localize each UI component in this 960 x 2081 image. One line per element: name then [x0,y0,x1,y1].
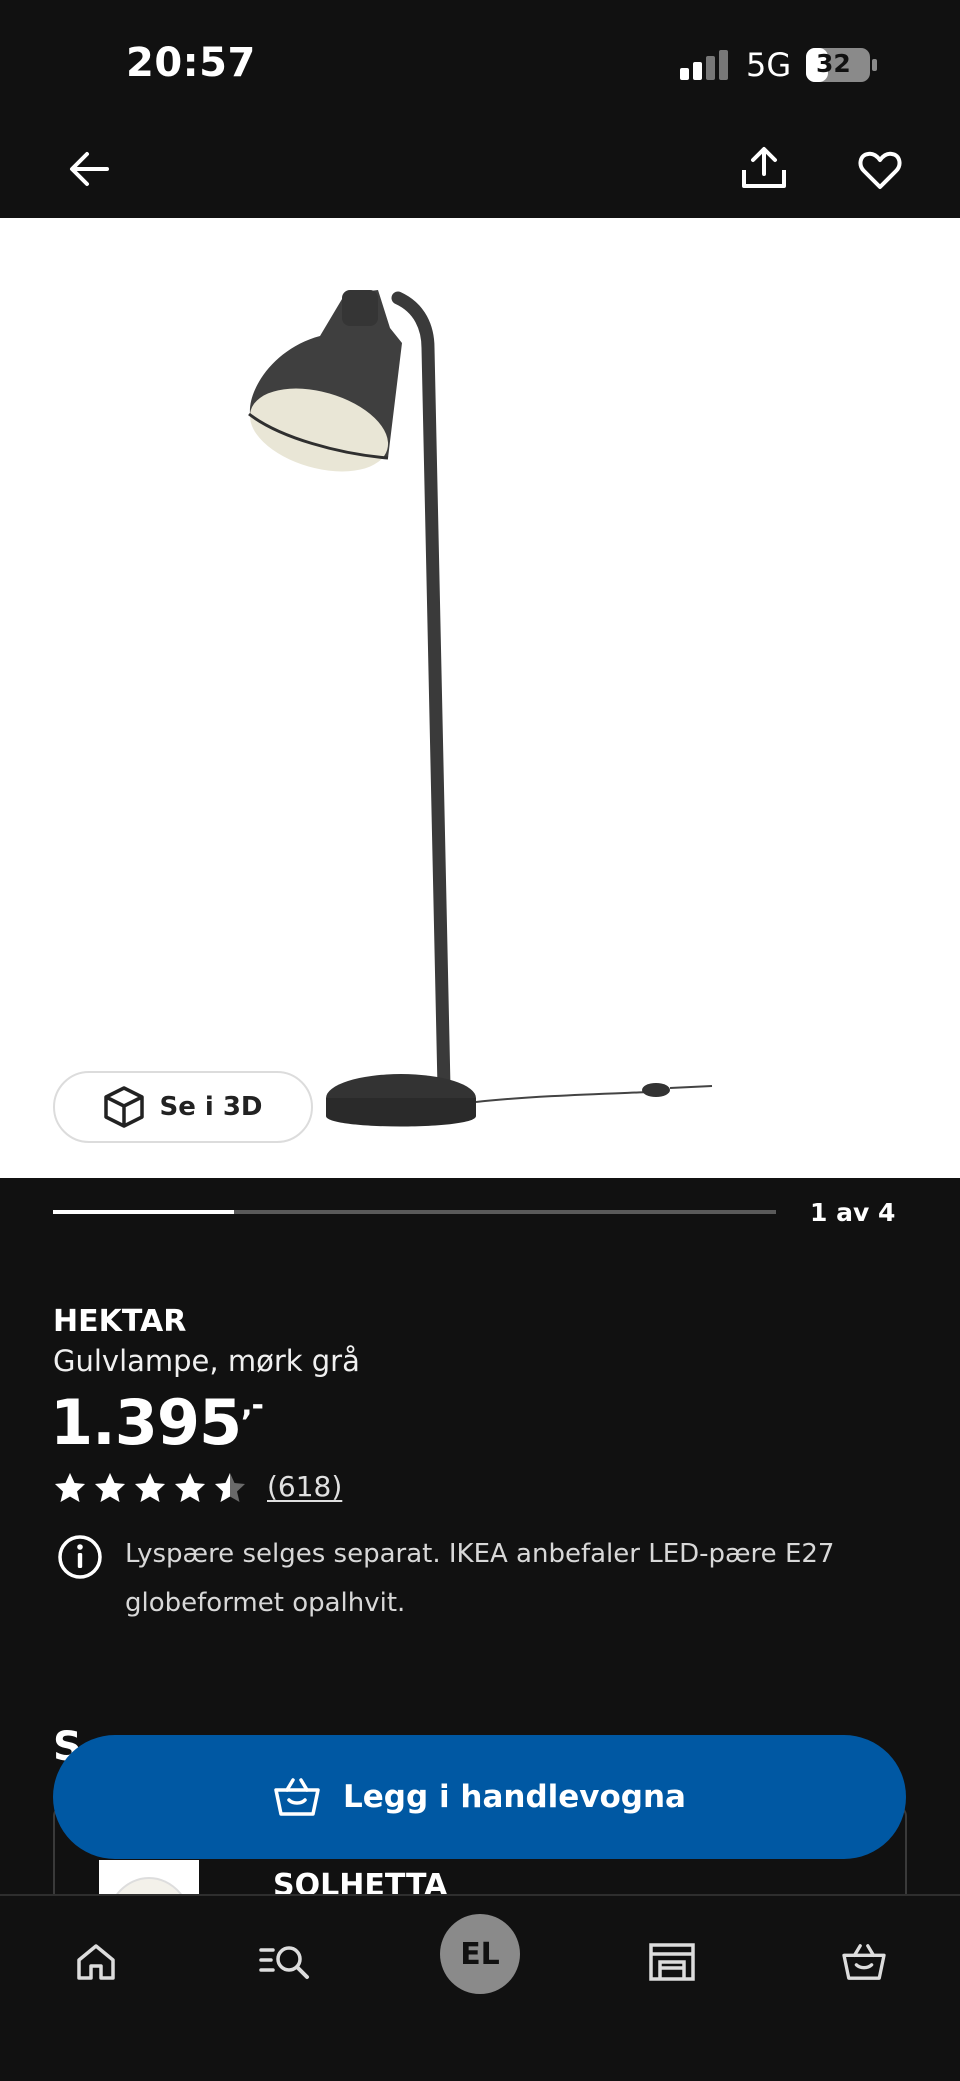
add-to-cart-button[interactable]: Legg i handlevogna [53,1735,906,1859]
battery-level: 32 [816,49,851,78]
nav-store[interactable] [632,1922,712,2002]
cart-icon [274,1778,320,1816]
rating-stars [53,1471,247,1503]
search-icon [259,1946,309,1979]
network-type: 5G [746,46,792,84]
bottom-navigation: EL [0,1894,960,2081]
favorite-button[interactable] [852,142,908,198]
status-bar: 20:57 5G 32 [0,0,960,120]
nav-search[interactable] [246,1922,326,2002]
star-icon [55,1472,85,1502]
gallery-progress-track [53,1210,776,1214]
product-price: 1.395,- [50,1386,264,1459]
star-icon [215,1472,245,1502]
price-suffix: ,- [241,1388,264,1423]
star-icon [95,1472,125,1502]
star-icon [135,1472,165,1502]
status-time: 20:57 [126,40,256,86]
view-3d-label: Se i 3D [159,1092,263,1122]
battery-icon: 32 [806,48,878,86]
arrow-left-icon [70,152,109,186]
price-value: 1.395 [50,1386,242,1459]
cart-nav-icon [842,1944,886,1980]
rating[interactable]: (618) [53,1470,342,1503]
product-name: HEKTAR [53,1304,187,1339]
store-icon [649,1943,695,1981]
gallery-counter: 1 av 4 [810,1198,896,1227]
review-count-link[interactable]: (618) [267,1470,342,1503]
bulb-info-text: Lyspære selges separat. IKEA anbefaler L… [125,1539,835,1618]
gallery-indicator: 1 av 4 [0,1178,960,1248]
add-to-cart-label: Legg i handlevogna [343,1779,686,1815]
info-icon [58,1535,102,1579]
view-3d-button[interactable]: Se i 3D [53,1071,313,1143]
nav-home[interactable] [56,1922,136,2002]
share-button[interactable] [736,140,792,196]
home-icon [77,1944,115,1980]
product-image [248,290,713,1127]
back-button[interactable] [64,144,114,194]
gallery-progress-fill [53,1210,234,1214]
star-icon [175,1472,205,1502]
cube-icon [104,1086,145,1128]
product-description: Gulvlampe, mørk grå [53,1344,360,1378]
app-bar [0,120,960,218]
signal-icon [680,50,728,80]
nav-cart[interactable] [824,1922,904,2002]
profile-avatar[interactable]: EL [440,1914,520,1994]
share-icon [742,147,786,188]
heart-icon [858,151,902,189]
product-image-gallery[interactable]: Se i 3D [0,218,960,1178]
